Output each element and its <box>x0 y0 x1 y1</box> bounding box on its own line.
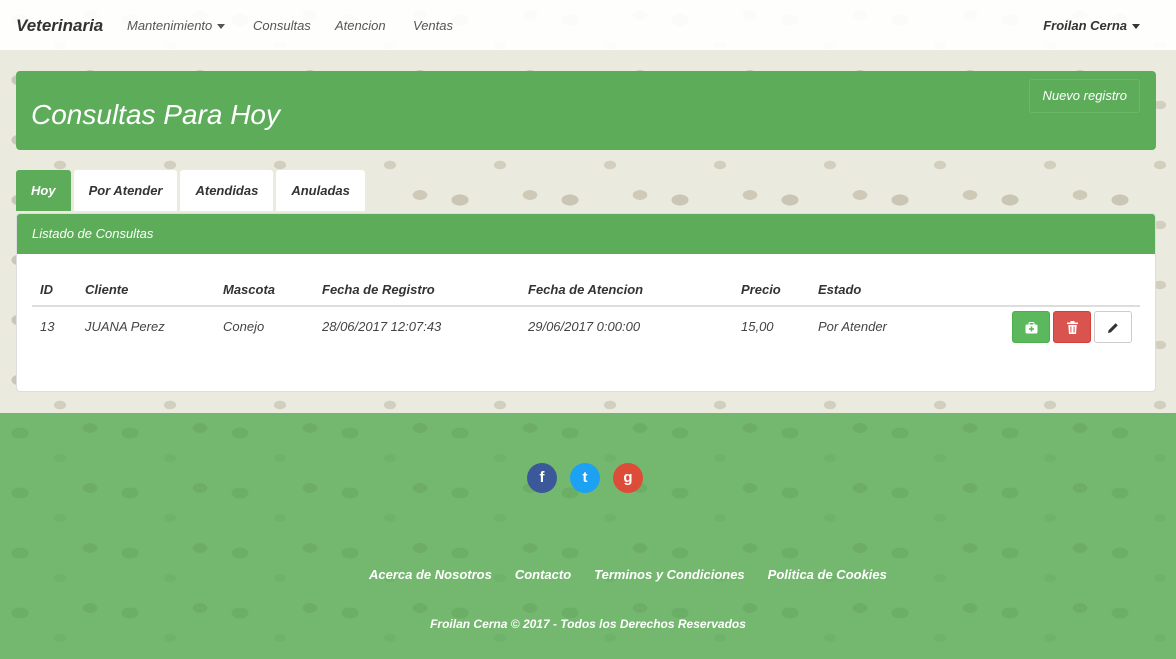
column-header: Fecha de Registro <box>314 274 520 307</box>
cell-mascota: Conejo <box>215 305 314 346</box>
column-header: Precio <box>733 274 810 307</box>
tab-por-atender[interactable]: Por Atender <box>73 170 178 211</box>
tab-bar: Hoy Por Atender Atendidas Anuladas <box>16 170 368 211</box>
footer-link-terminos[interactable]: Terminos y Condiciones <box>594 567 745 582</box>
cell-precio: 15,00 <box>733 305 810 346</box>
column-header: Fecha de Atencion <box>520 274 733 307</box>
column-header: ID <box>32 274 77 307</box>
footer-link-cookies[interactable]: Politica de Cookies <box>768 567 887 582</box>
page-header: Consultas Para Hoy Nuevo registro <box>16 71 1156 150</box>
tab-anuladas[interactable]: Anuladas <box>276 170 365 211</box>
social-links: f t g <box>527 463 656 493</box>
cell-fecha-atencion: 29/06/2017 0:00:00 <box>520 305 733 346</box>
caret-down-icon <box>1132 24 1140 30</box>
footer-link-contacto[interactable]: Contacto <box>515 567 571 582</box>
new-record-button[interactable]: Nuevo registro <box>1029 79 1140 113</box>
navbar: Veterinaria Mantenimiento Consultas Aten… <box>0 0 1176 50</box>
footer-links: Acerca de Nosotros Contacto Terminos y C… <box>369 567 910 582</box>
attend-button[interactable] <box>1012 310 1050 343</box>
twitter-icon[interactable]: t <box>570 463 600 493</box>
column-header <box>1000 274 1140 307</box>
tab-atendidas[interactable]: Atendidas <box>180 170 274 211</box>
consultas-table: ID Cliente Mascota Fecha de Registro Fec… <box>32 274 1140 346</box>
column-header: Estado <box>810 274 1000 307</box>
cell-cliente: JUANA Perez <box>77 305 215 346</box>
cell-id: 13 <box>32 305 77 346</box>
footer-link-acerca[interactable]: Acerca de Nosotros <box>369 567 492 582</box>
nav-item-consultas[interactable]: Consultas <box>253 18 311 33</box>
nav-item-ventas[interactable]: Ventas <box>413 18 453 33</box>
edit-button[interactable] <box>1094 310 1132 343</box>
brand-logo[interactable]: Veterinaria <box>16 16 103 36</box>
caret-down-icon <box>217 24 226 30</box>
cell-actions <box>1000 305 1140 346</box>
cell-fecha-registro: 28/06/2017 12:07:43 <box>314 305 520 346</box>
copyright-text: Froilan Cerna © 2017 - Todos los Derecho… <box>430 617 746 631</box>
panel-heading: Listado de Consultas <box>17 214 1155 254</box>
user-name: Froilan Cerna <box>1043 18 1127 33</box>
pencil-icon <box>1108 322 1118 333</box>
medkit-icon <box>1025 321 1037 334</box>
table-row: 13 JUANA Perez Conejo 28/06/2017 12:07:4… <box>32 305 1140 346</box>
user-menu[interactable]: Froilan Cerna <box>1043 18 1140 33</box>
cell-estado: Por Atender <box>810 305 1000 346</box>
table-header-row: ID Cliente Mascota Fecha de Registro Fec… <box>32 274 1140 307</box>
facebook-icon[interactable]: f <box>527 463 557 493</box>
column-header: Cliente <box>77 274 215 307</box>
trash-icon <box>1066 321 1078 335</box>
tab-hoy[interactable]: Hoy <box>16 170 71 211</box>
page-title: Consultas Para Hoy <box>31 99 281 130</box>
delete-button[interactable] <box>1053 310 1091 343</box>
nav-item-atencion[interactable]: Atencion <box>335 18 386 33</box>
nav-item-label: Mantenimiento <box>127 18 213 33</box>
google-plus-icon[interactable]: g <box>613 463 643 493</box>
nav-item-mantenimiento[interactable]: Mantenimiento <box>127 18 226 33</box>
column-header: Mascota <box>215 274 314 307</box>
consultas-panel: Listado de Consultas ID Cliente Mascota … <box>16 213 1156 392</box>
